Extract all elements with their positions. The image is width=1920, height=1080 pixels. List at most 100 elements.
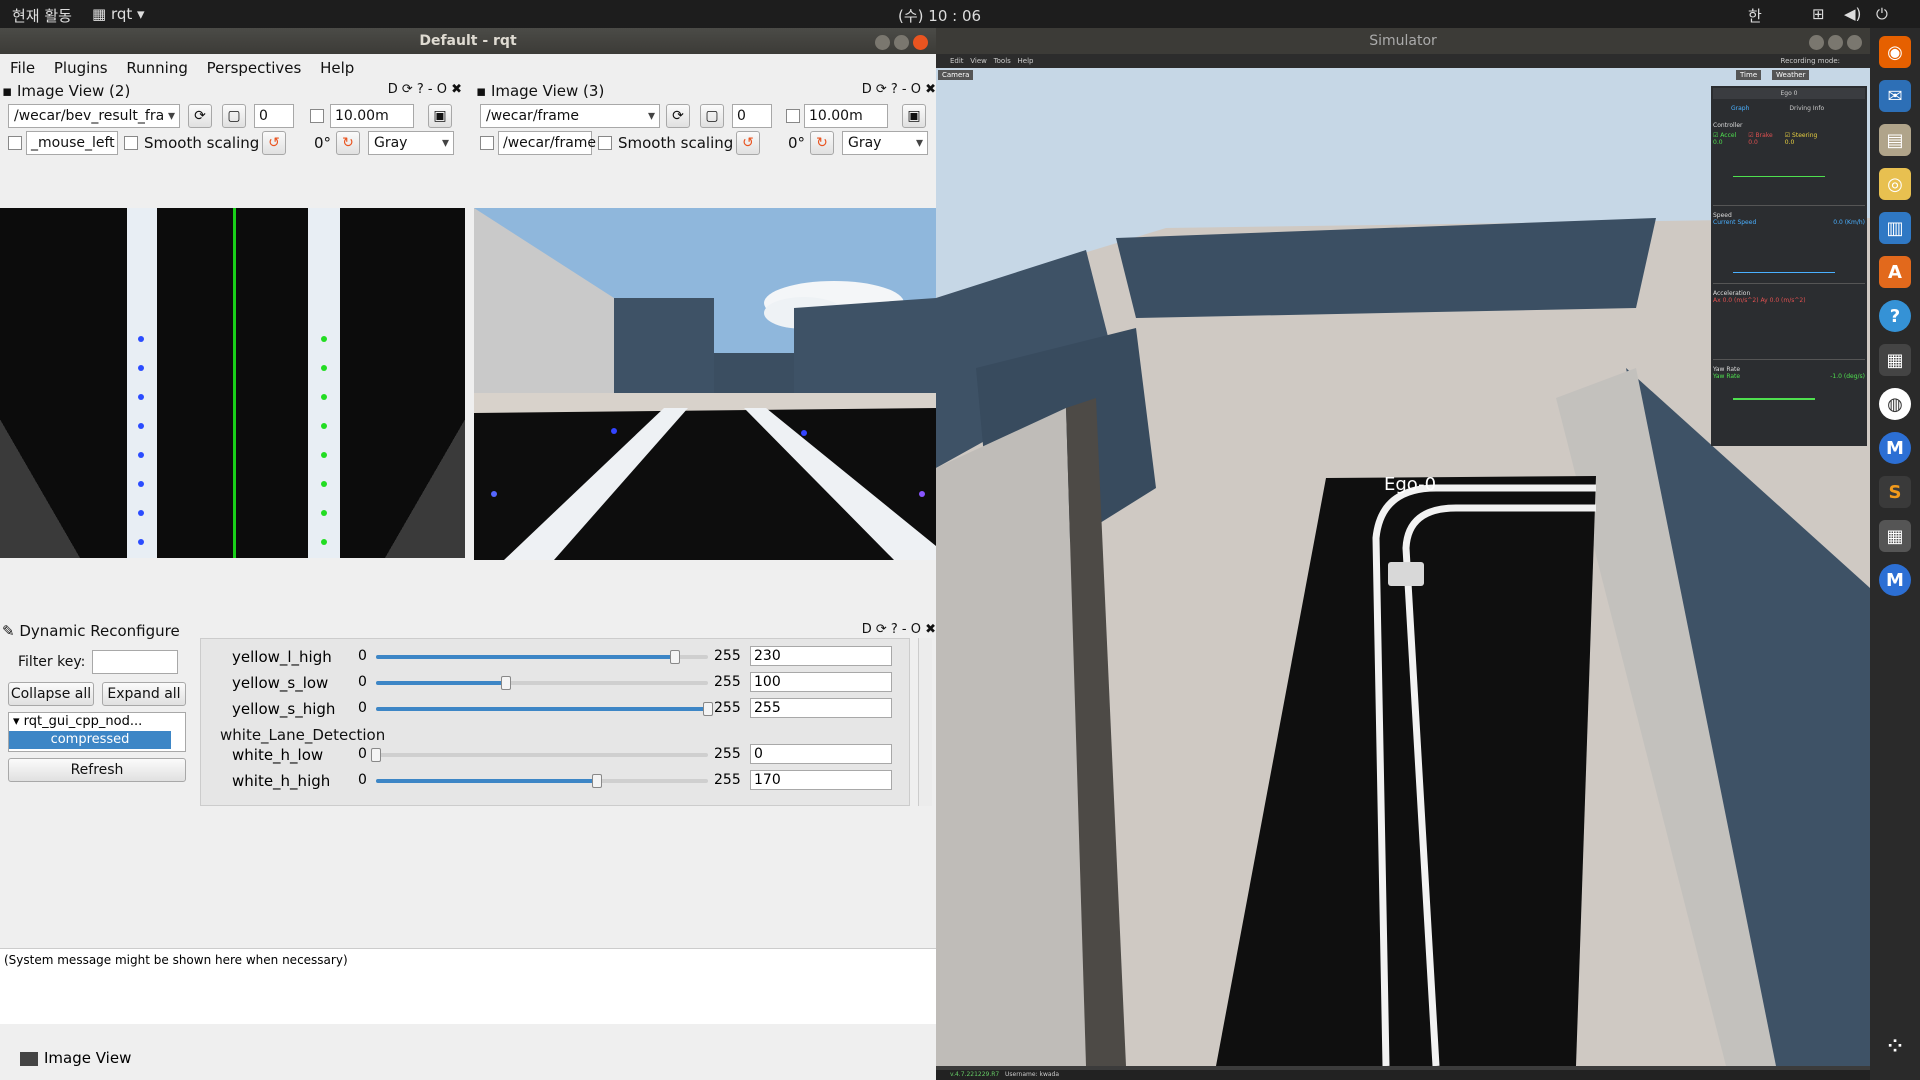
tree-node[interactable]: ▾ rqt_gui_cpp_nod...: [9, 713, 185, 731]
expand-all-button[interactable]: Expand all: [102, 682, 186, 706]
spin-box[interactable]: 0: [254, 104, 294, 128]
firefox-icon[interactable]: ◉: [1879, 36, 1911, 68]
slider-knob[interactable]: [371, 748, 381, 762]
rotate-left-icon[interactable]: ↺: [262, 131, 286, 155]
rotate-left-icon[interactable]: ↺: [736, 131, 760, 155]
bottom-tab[interactable]: Image View: [0, 1044, 936, 1072]
maximize-icon[interactable]: [894, 35, 909, 50]
slider-knob[interactable]: [592, 774, 603, 788]
files-icon[interactable]: ▤: [1879, 124, 1911, 156]
grid-app-icon[interactable]: ▦: [1879, 520, 1911, 552]
writer-icon[interactable]: ▥: [1879, 212, 1911, 244]
minimize-icon[interactable]: [875, 35, 890, 50]
pane-tools[interactable]: D ⟳ ? - O ✖: [862, 82, 936, 97]
checkbox-mouse[interactable]: [480, 136, 494, 150]
maximize-icon[interactable]: [1828, 35, 1843, 50]
color-scheme-select[interactable]: Gray: [842, 131, 928, 155]
help-icon[interactable]: ?: [1879, 300, 1911, 332]
close-icon[interactable]: [913, 35, 928, 50]
topic-select[interactable]: /wecar/bev_result_fra: [8, 104, 180, 128]
menu-plugins[interactable]: Plugins: [54, 59, 108, 77]
param-scrollbar[interactable]: [918, 638, 932, 806]
close-icon[interactable]: [1847, 35, 1862, 50]
rotate-right-icon[interactable]: ↻: [810, 131, 834, 155]
menu-running[interactable]: Running: [126, 59, 187, 77]
node-tree[interactable]: ▾ rqt_gui_cpp_nod... compressed: [8, 712, 186, 752]
menu-file[interactable]: File: [10, 59, 35, 77]
sim-menu-help[interactable]: Help: [1018, 57, 1034, 65]
param-slider[interactable]: [371, 748, 708, 762]
checkbox-mouse[interactable]: [8, 136, 22, 150]
param-slider[interactable]: [376, 650, 708, 664]
param-value-field[interactable]: 170: [750, 770, 892, 790]
clock[interactable]: (수) 10 : 06: [898, 5, 981, 26]
sim-menu-view[interactable]: View: [970, 57, 987, 65]
ego-select[interactable]: Ego 0: [1713, 88, 1865, 99]
param-slider[interactable]: [376, 676, 708, 690]
sim-menu-edit[interactable]: Edit: [950, 57, 964, 65]
mouse-topic-field[interactable]: /wecar/frame: [498, 131, 596, 155]
volume-icon[interactable]: ◀): [1844, 5, 1861, 23]
param-value-field[interactable]: 0: [750, 744, 892, 764]
network-icon[interactable]: ⊞: [1812, 5, 1825, 23]
app-menu[interactable]: ▦ rqt ▾: [92, 5, 145, 23]
menu-help[interactable]: Help: [320, 59, 354, 77]
tab-driving-info[interactable]: Driving Info: [1789, 105, 1824, 112]
tree-child-selected[interactable]: compressed: [9, 731, 171, 749]
checkbox-smooth[interactable]: [598, 136, 612, 150]
controller-item[interactable]: ☑ Brake 0.0: [1748, 132, 1773, 146]
topic-select[interactable]: /wecar/frame: [480, 104, 660, 128]
color-icon[interactable]: ▣: [902, 104, 926, 128]
param-slider[interactable]: [376, 702, 713, 716]
refresh-topics-icon[interactable]: ⟳: [666, 104, 690, 128]
refresh-button[interactable]: Refresh: [8, 758, 186, 782]
mouse-topic-field[interactable]: _mouse_left: [26, 131, 118, 155]
checkbox-distance[interactable]: [786, 109, 800, 123]
checkbox-distance[interactable]: [310, 109, 324, 123]
minimize-icon[interactable]: [1809, 35, 1824, 50]
controller-item[interactable]: ☑ Accel 0.0: [1713, 132, 1736, 146]
input-method-indicator[interactable]: 한: [1748, 5, 1762, 26]
slider-knob[interactable]: [670, 650, 681, 664]
weather-button[interactable]: Weather: [1772, 70, 1810, 80]
save-icon[interactable]: ▢: [222, 104, 246, 128]
refresh-topics-icon[interactable]: ⟳: [188, 104, 212, 128]
distance-field[interactable]: 10.00m: [804, 104, 888, 128]
tab-graph[interactable]: Graph: [1731, 105, 1749, 112]
morai-icon[interactable]: M: [1879, 432, 1911, 464]
chrome-icon[interactable]: ◍: [1879, 388, 1911, 420]
camera-button[interactable]: Camera: [938, 70, 974, 80]
param-value-field[interactable]: 255: [750, 698, 892, 718]
param-value-field[interactable]: 100: [750, 672, 892, 692]
rhythmbox-icon[interactable]: ◎: [1879, 168, 1911, 200]
morai-sim-icon[interactable]: M: [1879, 564, 1911, 596]
time-button[interactable]: Time: [1736, 70, 1762, 80]
slider-knob[interactable]: [501, 676, 512, 690]
controller-item[interactable]: ☑ Steering 0.0: [1785, 132, 1818, 146]
sim-menu-tools[interactable]: Tools: [994, 57, 1011, 65]
sublime-icon[interactable]: S: [1879, 476, 1911, 508]
collapse-all-button[interactable]: Collapse all: [8, 682, 94, 706]
checkbox-smooth[interactable]: [124, 136, 138, 150]
camera-frame-image[interactable]: [474, 208, 936, 560]
slider-knob[interactable]: [703, 702, 713, 716]
param-slider[interactable]: [376, 774, 708, 788]
param-value-field[interactable]: 230: [750, 646, 892, 666]
pane-tools[interactable]: D ⟳ ? - O ✖: [862, 622, 936, 637]
rotate-right-icon[interactable]: ↻: [336, 131, 360, 155]
power-icon[interactable]: ⏻: [1876, 5, 1888, 23]
ego-vehicle[interactable]: [1388, 562, 1424, 586]
save-icon[interactable]: ▢: [700, 104, 724, 128]
color-scheme-select[interactable]: Gray: [368, 131, 454, 155]
activities-button[interactable]: 현재 활동: [12, 5, 72, 26]
terminal-icon[interactable]: ▦: [1879, 344, 1911, 376]
spin-box[interactable]: 0: [732, 104, 772, 128]
color-icon[interactable]: ▣: [428, 104, 452, 128]
thunderbird-icon[interactable]: ✉: [1879, 80, 1911, 112]
software-icon[interactable]: A: [1879, 256, 1911, 288]
bev-image[interactable]: [0, 208, 465, 558]
menu-perspectives[interactable]: Perspectives: [207, 59, 302, 77]
distance-field[interactable]: 10.00m: [330, 104, 414, 128]
show-apps-icon[interactable]: ⁘: [1879, 1030, 1911, 1062]
filter-input[interactable]: [92, 650, 178, 674]
